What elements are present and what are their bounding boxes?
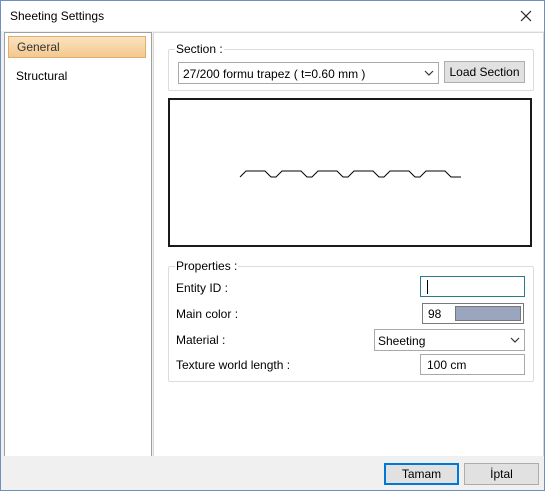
chevron-down-icon	[424, 70, 434, 76]
entity-id-label: Entity ID :	[176, 281, 229, 295]
properties-group-label: Properties :	[175, 259, 239, 273]
section-select-value: 27/200 formu trapez ( t=0.60 mm )	[183, 67, 366, 81]
sidebar-nav: General Structural	[4, 32, 152, 457]
texture-world-length-value: 100 cm	[427, 358, 467, 372]
dialog-window: Sheeting Settings General Structural Sec…	[0, 0, 545, 491]
title-bar: Sheeting Settings	[1, 1, 544, 31]
material-select-value: Sheeting	[378, 334, 426, 348]
close-icon	[520, 10, 532, 22]
sidebar-item-general[interactable]: General	[8, 36, 146, 58]
window-title: Sheeting Settings	[10, 9, 105, 23]
material-label: Material :	[176, 333, 226, 347]
main-color-label: Main color :	[176, 307, 239, 321]
material-select[interactable]: Sheeting	[374, 329, 525, 351]
close-button[interactable]	[516, 6, 536, 26]
main-color-swatch	[455, 306, 521, 321]
dialog-footer: Tamam İptal	[1, 456, 544, 490]
main-color-value: 98	[428, 307, 442, 321]
texture-world-length-label: Texture world length :	[176, 358, 291, 372]
load-section-button[interactable]: Load Section	[444, 61, 525, 83]
trapezoid-profile-drawing	[239, 170, 461, 178]
main-color-picker[interactable]: 98	[422, 303, 524, 324]
section-preview	[168, 98, 532, 247]
entity-id-field[interactable]	[420, 276, 525, 297]
texture-world-length-field[interactable]: 100 cm	[420, 354, 525, 375]
section-select[interactable]: 27/200 formu trapez ( t=0.60 mm )	[178, 62, 439, 84]
text-caret	[427, 280, 428, 294]
section-group-label: Section :	[175, 42, 224, 56]
cancel-button[interactable]: İptal	[464, 463, 539, 485]
ok-button[interactable]: Tamam	[384, 463, 459, 485]
sidebar-item-structural[interactable]: Structural	[8, 65, 146, 87]
chevron-down-icon	[510, 337, 520, 343]
